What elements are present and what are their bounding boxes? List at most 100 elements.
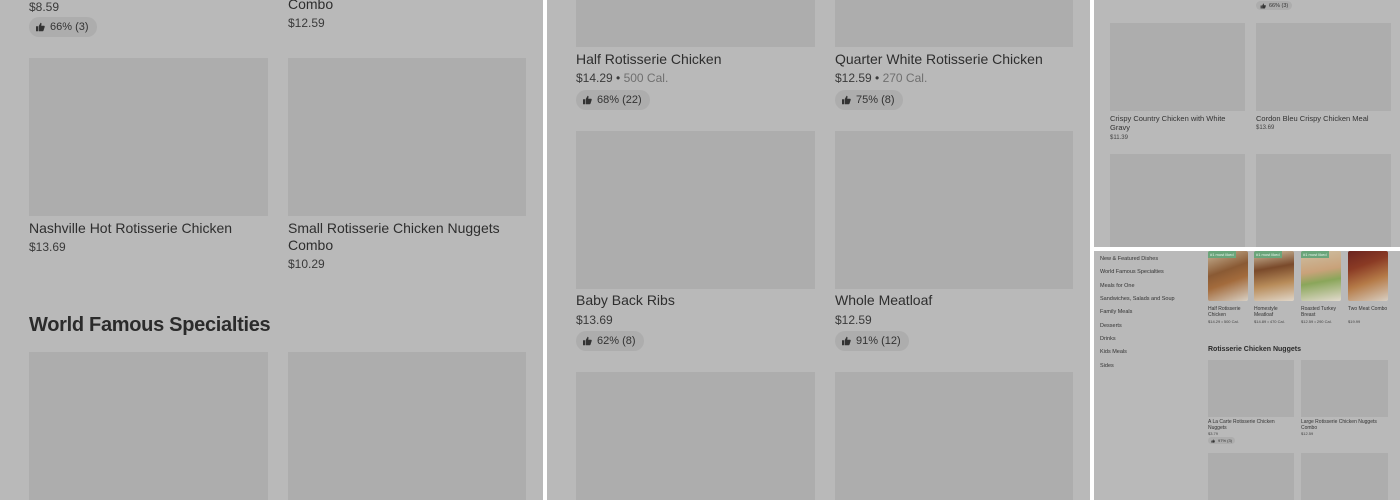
rating-text: 75% (8): [856, 94, 895, 106]
item-name[interactable]: Baby Back Ribs: [576, 292, 675, 309]
item-image[interactable]: [1301, 453, 1388, 500]
item-price: $13.69: [1256, 125, 1275, 131]
item-name[interactable]: Roasted Turkey Breast: [1301, 306, 1341, 318]
menu-panel-right-bottom: New & Featured Dishes World Famous Speci…: [1094, 251, 1400, 500]
nav-item[interactable]: Meals for One: [1100, 283, 1135, 289]
most-liked-badge: #1 most liked: [1254, 251, 1282, 258]
item-name[interactable]: Nashville Hot Rotisserie Chicken: [29, 220, 232, 237]
item-image[interactable]: [1256, 23, 1391, 111]
item-name[interactable]: Combo: [288, 0, 333, 13]
item-image[interactable]: [1208, 360, 1294, 417]
item-price: $13.69: [29, 240, 66, 254]
price-value: $14.29: [1208, 319, 1221, 324]
rating-badge: 97% (3): [1208, 437, 1236, 444]
menu-panel-right-top: 66% (3) Crispy Country Chicken with Whit…: [1094, 0, 1400, 247]
thumbs-up-icon: [35, 22, 45, 32]
rating-badge: 66% (3): [29, 17, 97, 37]
item-image[interactable]: #1 most liked: [1301, 251, 1341, 301]
item-price: $12.59 • 270 Cal.: [835, 71, 928, 85]
item-price: $3.79: [1208, 431, 1219, 436]
item-price: $19.99: [1348, 319, 1361, 324]
nav-item[interactable]: Kids Meals: [1100, 349, 1127, 355]
thumbs-up-icon: [582, 95, 592, 105]
item-price: $12.59 • 290 Cal.: [1301, 319, 1332, 324]
item-price: $8.59: [29, 0, 60, 14]
price-value: $12.59: [835, 71, 872, 85]
calories: 270 Cal.: [882, 71, 928, 85]
rating-badge: 66% (3): [1256, 1, 1293, 10]
item-name[interactable]: Half Rotisserie Chicken: [576, 51, 722, 68]
item-name[interactable]: Half Rotisserie Chicken: [1208, 306, 1248, 318]
nav-item[interactable]: Family Meals: [1100, 309, 1132, 315]
thumbs-up-icon: [1211, 439, 1215, 443]
item-image[interactable]: #1 most liked: [1208, 251, 1248, 301]
price-value: $14.29: [576, 71, 613, 85]
item-image[interactable]: [1110, 23, 1245, 111]
rating-text: 62% (8): [597, 335, 636, 347]
rating-badge: 62% (8): [576, 331, 644, 351]
rating-badge: 68% (22): [576, 90, 650, 110]
item-image[interactable]: [835, 0, 1073, 47]
item-name[interactable]: A La Carte Rotisserie Chicken Nuggets: [1208, 419, 1294, 431]
item-name[interactable]: Quarter White Rotisserie Chicken: [835, 51, 1043, 68]
calories: 500 Cal.: [1223, 319, 1239, 324]
thumbs-up-icon: [841, 95, 851, 105]
rating-text: 68% (22): [597, 94, 642, 106]
rating-badge: 91% (12): [835, 331, 909, 351]
item-image[interactable]: [835, 372, 1073, 500]
nav-item[interactable]: New & Featured Dishes: [1100, 256, 1158, 262]
nav-item[interactable]: World Famous Specialties: [1100, 269, 1164, 275]
item-image[interactable]: #1 most liked: [1254, 251, 1294, 301]
item-price: $14.29 • 500 Cal.: [576, 71, 669, 85]
item-price: $11.39: [1110, 135, 1128, 141]
item-name[interactable]: Large Rotisserie Chicken Nuggets Combo: [1301, 419, 1388, 431]
calories: 470 Cal.: [1269, 319, 1285, 324]
menu-panel-left: $8.59 66% (3) Combo $12.59 Nashville Hot…: [0, 0, 543, 500]
section-heading: Rotisserie Chicken Nuggets: [1208, 346, 1301, 353]
item-image[interactable]: [576, 372, 815, 500]
most-liked-badge: #1 most liked: [1208, 251, 1236, 258]
item-image[interactable]: [29, 58, 268, 216]
item-name[interactable]: Small Rotisserie Chicken Nuggets Combo: [288, 220, 518, 254]
item-price: $12.59: [835, 313, 872, 327]
item-image[interactable]: [1110, 154, 1245, 247]
item-image[interactable]: [288, 58, 526, 216]
item-name[interactable]: Homestyle Meatloaf: [1254, 306, 1294, 318]
item-image[interactable]: [1256, 154, 1391, 247]
item-image[interactable]: [288, 352, 526, 500]
item-price: $12.59: [288, 16, 325, 30]
item-name[interactable]: Whole Meatloaf: [835, 292, 932, 309]
menu-panel-middle: Half Rotisserie Chicken $14.29 • 500 Cal…: [547, 0, 1090, 500]
calories: 290 Cal.: [1316, 319, 1332, 324]
item-name[interactable]: Crispy Country Chicken with White Gravy: [1110, 114, 1240, 132]
item-image[interactable]: [576, 0, 815, 47]
item-image[interactable]: [1208, 453, 1294, 500]
item-name[interactable]: Two Meat Combo: [1348, 306, 1388, 312]
item-image[interactable]: [29, 352, 268, 500]
item-price: $13.69: [576, 313, 613, 327]
item-image[interactable]: [1348, 251, 1388, 301]
price-value: $12.59: [1301, 319, 1314, 324]
price-value: $14.89: [1254, 319, 1267, 324]
item-name[interactable]: Cordon Bleu Crispy Chicken Meal: [1256, 114, 1391, 123]
rating-badge: 75% (8): [835, 90, 903, 110]
rating-text: 66% (3): [1269, 2, 1289, 9]
nav-item[interactable]: Sandwiches, Salads and Soup: [1100, 296, 1175, 302]
section-heading: World Famous Specialties: [29, 314, 271, 336]
rating-text: 66% (3): [50, 21, 89, 33]
rating-text: 97% (3): [1218, 438, 1233, 443]
thumbs-up-icon: [841, 336, 851, 346]
thumbs-up-icon: [582, 336, 592, 346]
nav-item[interactable]: Sides: [1100, 363, 1114, 369]
rating-text: 91% (12): [856, 335, 901, 347]
item-price: $14.89 • 470 Cal.: [1254, 319, 1285, 324]
item-image[interactable]: [576, 131, 815, 289]
nav-item[interactable]: Drinks: [1100, 336, 1116, 342]
calories: 500 Cal.: [623, 71, 669, 85]
item-price: $10.29: [288, 257, 325, 271]
item-price: $14.29 • 500 Cal.: [1208, 319, 1239, 324]
nav-item[interactable]: Desserts: [1100, 323, 1122, 329]
item-image[interactable]: [835, 131, 1073, 289]
item-price: $12.59: [1301, 431, 1314, 436]
item-image[interactable]: [1301, 360, 1388, 417]
